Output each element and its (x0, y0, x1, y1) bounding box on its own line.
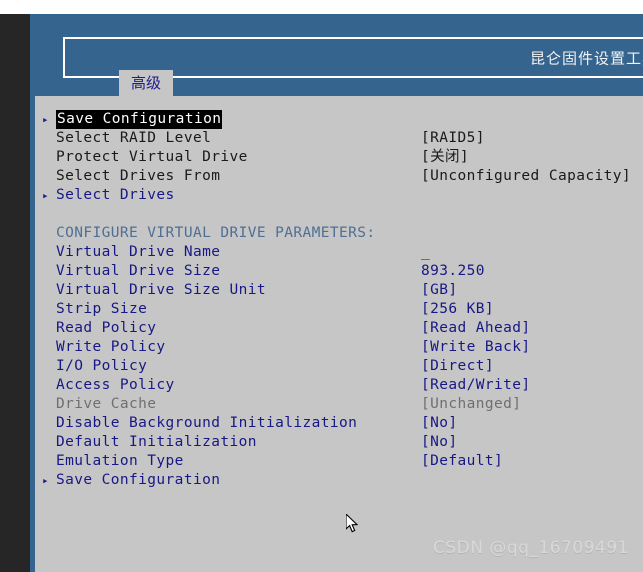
page-title: 昆仑固件设置工具 (529, 49, 643, 67)
menu-row-value[interactable]: [Unchanged] (421, 395, 521, 414)
menu-row[interactable]: Default Initialization [No] (35, 433, 643, 452)
menu-row[interactable]: Access Policy [Read/Write] (35, 376, 643, 395)
content-panel: ▸ Save Configuration Select RAID Level [RAI… (35, 96, 643, 572)
menu-row[interactable]: Virtual Drive Size Unit [GB] (35, 281, 643, 300)
left-dark-margin (0, 14, 30, 572)
menu-row[interactable]: Virtual Drive Name _ (35, 243, 643, 262)
menu-row[interactable]: Write Policy [Write Back] (35, 338, 643, 357)
menu-row-value[interactable]: [Default] (421, 452, 503, 471)
menu-row[interactable]: ▸ Save Configuration (35, 110, 643, 129)
menu-row-label: Read Policy (56, 320, 157, 336)
menu-row-label: Strip Size (56, 301, 148, 317)
menu-row-value[interactable]: [RAID5] (421, 129, 485, 148)
menu-row-label: Access Policy (56, 377, 175, 393)
menu-row-label: CONFIGURE VIRTUAL DRIVE PARAMETERS: (56, 225, 376, 241)
menu-row[interactable]: Emulation Type [Default] (35, 452, 643, 471)
menu-spacer (35, 205, 643, 224)
menu-row-label: Virtual Drive Size Unit (56, 282, 266, 298)
menu-row-value[interactable]: [关闭] (421, 148, 469, 167)
menu-row[interactable]: I/O Policy [Direct] (35, 357, 643, 376)
submenu-arrow-icon: ▸ (42, 113, 49, 126)
menu-row-label: Virtual Drive Size (56, 263, 221, 279)
menu-row-label: Write Policy (56, 339, 166, 355)
menu-row-value[interactable]: [Read Ahead] (421, 319, 531, 338)
tab-strip: 高级 (35, 70, 643, 96)
menu-row-value[interactable]: _ (421, 243, 430, 262)
menu-row-label: Default Initialization (56, 434, 257, 450)
menu-row-value[interactable]: [No] (421, 414, 458, 433)
menu-row-value[interactable]: [256 KB] (421, 300, 494, 319)
menu-row-label: Select Drives (56, 187, 175, 203)
menu-row[interactable]: Disable Background Initialization [No] (35, 414, 643, 433)
menu-row-label: Virtual Drive Name (56, 244, 221, 260)
menu-row-value[interactable]: [Direct] (421, 357, 494, 376)
menu-row-value[interactable]: [Unconfigured Capacity] (421, 167, 631, 186)
mouse-pointer-icon (346, 514, 359, 533)
menu-row-value[interactable]: 893.250 (421, 262, 485, 281)
menu-row[interactable]: Protect Virtual Drive [关闭] (35, 148, 643, 167)
menu-row-value[interactable]: [Read/Write] (421, 376, 531, 395)
menu-row-value[interactable]: [GB] (421, 281, 458, 300)
menu-row-label: Save Configuration (56, 110, 223, 129)
menu-row-label: Drive Cache (56, 396, 157, 412)
setup-menu-list: ▸ Save Configuration Select RAID Level [RAI… (35, 110, 643, 490)
menu-row[interactable]: Virtual Drive Size 893.250 (35, 262, 643, 281)
tab-advanced[interactable]: 高级 (119, 70, 173, 96)
menu-row[interactable]: Read Policy [Read Ahead] (35, 319, 643, 338)
menu-row[interactable]: Select Drives From [Unconfigured Capacity… (35, 167, 643, 186)
menu-row-label: Emulation Type (56, 453, 184, 469)
menu-row[interactable]: ▸ Select Drives (35, 186, 643, 205)
menu-row-label: Disable Background Initialization (56, 415, 358, 431)
menu-row[interactable]: Strip Size [256 KB] (35, 300, 643, 319)
menu-row[interactable]: ▸ Save Configuration (35, 471, 643, 490)
submenu-arrow-icon: ▸ (42, 474, 49, 487)
watermark: CSDN @qq_16709491 (433, 538, 629, 558)
submenu-arrow-icon: ▸ (42, 189, 49, 202)
bios-setup-screen: 昆仑固件设置工具 高级 ▸Save ConfigurationSelect RA… (0, 0, 643, 572)
menu-row-label: I/O Policy (56, 358, 148, 374)
menu-row-label: Protect Virtual Drive (56, 149, 248, 165)
menu-row-value[interactable]: [Write Back] (421, 338, 531, 357)
menu-row-label: Select RAID Level (56, 130, 212, 146)
menu-row-value[interactable]: [No] (421, 433, 458, 452)
menu-row-label: Save Configuration (56, 472, 221, 488)
menu-row[interactable]: Drive Cache [Unchanged] (35, 395, 643, 414)
menu-row[interactable]: Select RAID Level [RAID5] (35, 129, 643, 148)
menu-row[interactable]: CONFIGURE VIRTUAL DRIVE PARAMETERS: (35, 224, 643, 243)
menu-row-label: Select Drives From (56, 168, 221, 184)
